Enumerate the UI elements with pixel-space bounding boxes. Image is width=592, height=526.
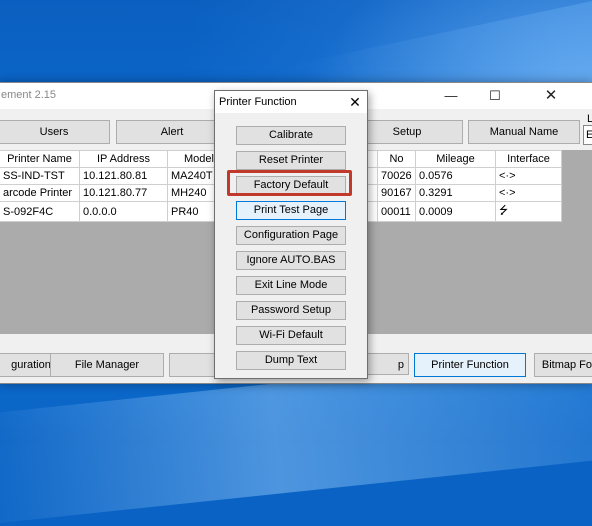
column-header[interactable]: Interface (495, 150, 562, 168)
minimize-icon[interactable]: — (429, 83, 473, 109)
dialog-title: Printer Function (219, 96, 297, 108)
serial-cell: 00011 (377, 201, 416, 222)
printer-function-dialog: Printer Function ✕ Calibrate Reset Print… (214, 90, 368, 379)
maximize-icon[interactable]: ☐ (473, 83, 517, 109)
serial-cell: 70026 (377, 167, 416, 185)
close-icon[interactable]: ✕ (529, 83, 573, 109)
network-icon: <·> (495, 167, 562, 185)
close-icon[interactable]: ✕ (345, 92, 365, 112)
ip-address-cell: 10.121.80.81 (79, 167, 168, 185)
manual-name-button[interactable]: Manual Name (468, 120, 580, 144)
printer-function-button[interactable]: Printer Function (414, 353, 526, 377)
wifi-default-button[interactable]: Wi-Fi Default (236, 326, 346, 345)
main-window-title: ement 2.15 (1, 89, 57, 101)
alert-button[interactable]: Alert (116, 120, 228, 144)
print-test-page-button[interactable]: Print Test Page (236, 201, 346, 220)
password-setup-button[interactable]: Password Setup (236, 301, 346, 320)
serial-cell: 90167 (377, 184, 416, 202)
ip-address-cell: 0.0.0.0 (79, 201, 168, 222)
ip-address-cell: 10.121.80.77 (79, 184, 168, 202)
reset-printer-button[interactable]: Reset Printer (236, 151, 346, 170)
network-icon: <·> (495, 184, 562, 202)
printer-name-cell: S-092F4C (0, 201, 80, 222)
column-header[interactable]: No (377, 150, 416, 168)
column-header[interactable]: Printer Name (0, 150, 80, 168)
exit-line-mode-button[interactable]: Exit Line Mode (236, 276, 346, 295)
bitmap-font-button[interactable]: Bitmap Fon (534, 353, 592, 377)
language-select[interactable]: E (583, 125, 592, 145)
corner-label: L (587, 113, 592, 125)
users-button[interactable]: Users (0, 120, 110, 144)
printer-name-cell: arcode Printer (0, 184, 80, 202)
dialog-titlebar[interactable]: Printer Function ✕ (215, 91, 367, 113)
column-header[interactable]: IP Address (79, 150, 168, 168)
column-header[interactable]: Mileage (415, 150, 496, 168)
printer-name-cell: SS-IND-TST (0, 167, 80, 185)
file-manager-button[interactable]: File Manager (50, 353, 164, 377)
usb-icon: ⭍ (495, 201, 562, 222)
dump-text-button[interactable]: Dump Text (236, 351, 346, 370)
mileage-cell: 0.0009 (415, 201, 496, 222)
calibrate-button[interactable]: Calibrate (236, 126, 346, 145)
mileage-cell: 0.0576 (415, 167, 496, 185)
configuration-page-button[interactable]: Configuration Page (236, 226, 346, 245)
factory-default-highlight-box (227, 170, 352, 196)
mileage-cell: 0.3291 (415, 184, 496, 202)
ignore-auto-bas-button[interactable]: Ignore AUTO.BAS (236, 251, 346, 270)
